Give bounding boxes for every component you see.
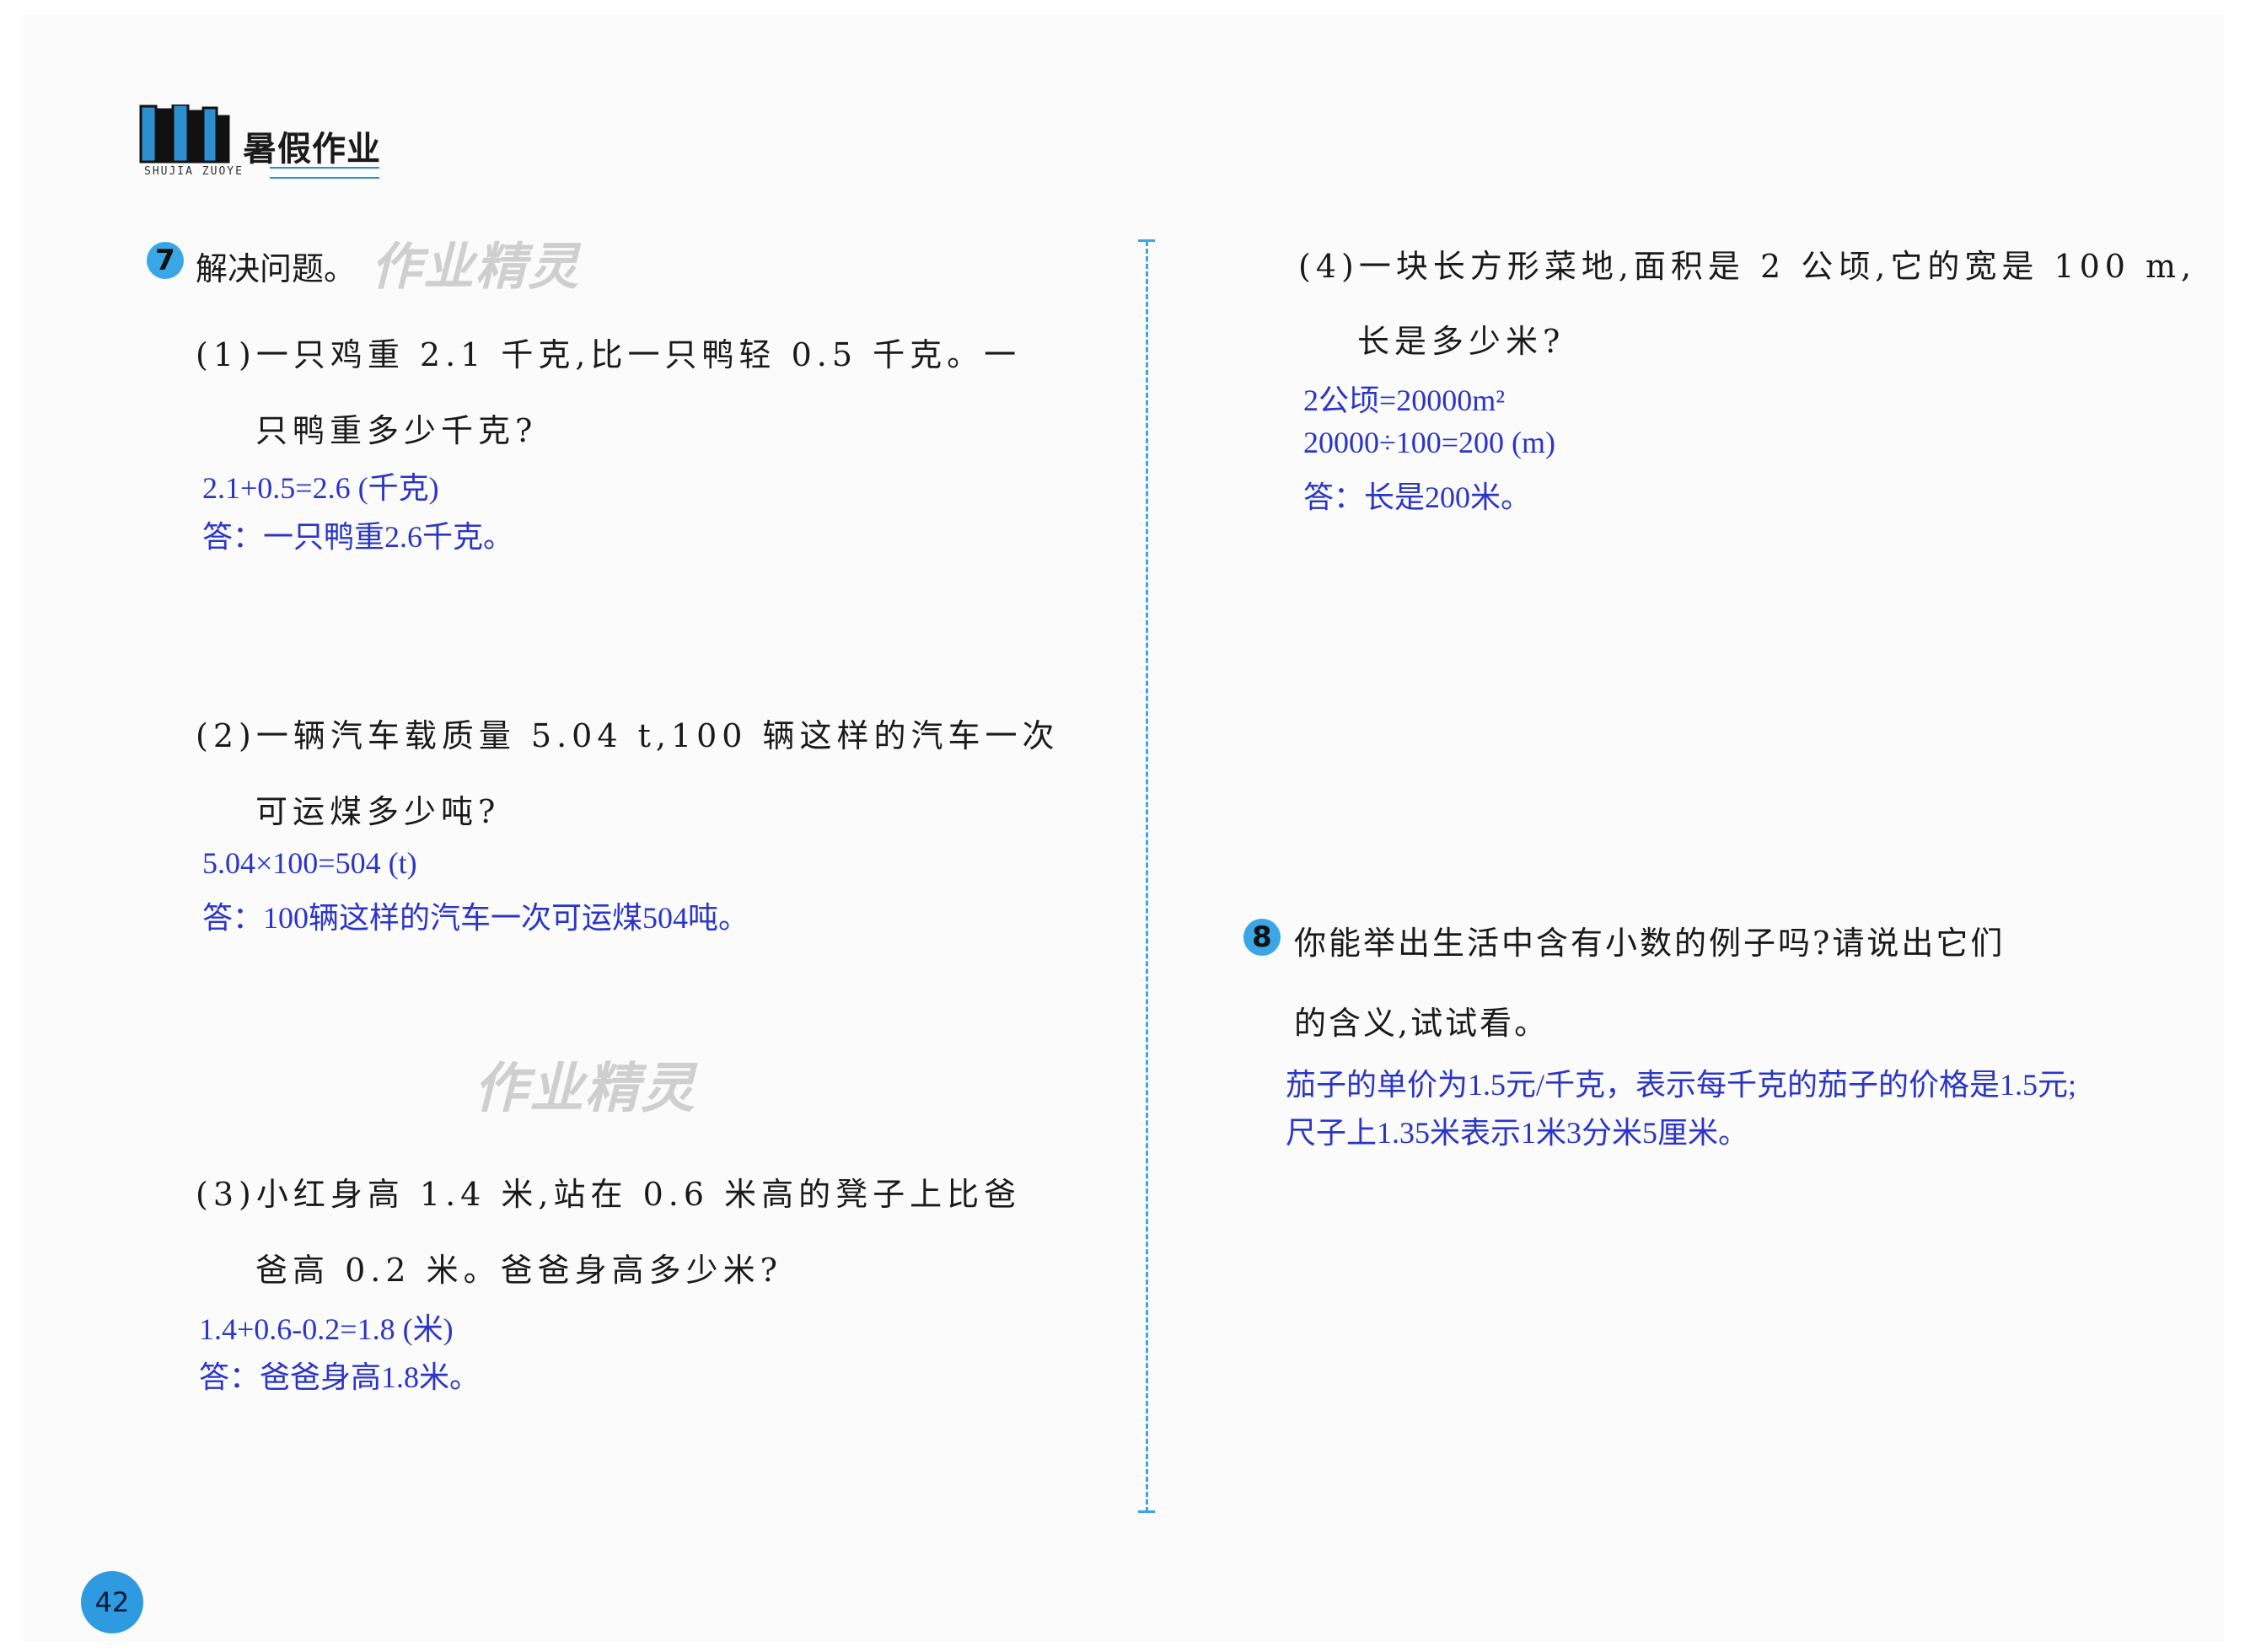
problem-4-line-2: 长是多少米? bbox=[1357, 323, 1566, 360]
problem-4-answer: 答：长是200米。 bbox=[1303, 480, 1532, 514]
question-8-answer-2: 尺子上1.35米表示1米3分米5厘米。 bbox=[1286, 1116, 1749, 1150]
problem-2-line-2: 可运煤多少吨? bbox=[255, 793, 501, 830]
problem-4-answer-conversion: 2公顷=20000m² bbox=[1303, 384, 1506, 417]
question-8-answer-1: 茄子的单价为1.5元/千克，表示每千克的茄子的价格是1.5元; bbox=[1286, 1068, 2077, 1102]
divider-bottom-cap bbox=[1138, 1510, 1155, 1513]
question-7-number: 7 bbox=[147, 242, 184, 279]
question-8-line-2: 的含义,试试看。 bbox=[1294, 1005, 1549, 1042]
problem-2-answer-calc: 5.04×100=504 (t) bbox=[202, 846, 417, 880]
problem-4-answer-calc: 20000÷100=200 (m) bbox=[1303, 426, 1556, 459]
problem-3-line-1: (3)小红身高 1.4 米,站在 0.6 米高的凳子上比爸 bbox=[196, 1176, 1022, 1213]
question-8-line-1: 你能举出生活中含有小数的例子吗?请说出它们 bbox=[1294, 925, 2006, 962]
problem-1-answer-calc: 2.1+0.5=2.6 (千克) bbox=[202, 471, 439, 505]
question-8-number: 8 bbox=[1243, 919, 1281, 956]
problem-1-answer: 答：一只鸭重2.6千克。 bbox=[202, 520, 514, 554]
problem-3-line-2: 爸高 0.2 米。爸爸身高多少米? bbox=[255, 1252, 782, 1289]
logo-underline bbox=[270, 167, 379, 179]
problem-2-line-1: (2)一辆汽车载质量 5.04 t,100 辆这样的汽车一次 bbox=[196, 717, 1060, 754]
problem-2-answer: 答：100辆这样的汽车一次可运煤504吨。 bbox=[202, 901, 749, 935]
problem-4-line-1: (4)一块长方形菜地,面积是 2 公顷,它的宽是 100 m, bbox=[1298, 248, 2197, 285]
page-divider bbox=[1146, 241, 1148, 1512]
watermark-top: 作业精灵 bbox=[371, 238, 580, 297]
books-icon bbox=[139, 105, 230, 164]
question-7-title: 解决问题。 bbox=[196, 250, 357, 287]
workbook-logo: 暑假作业 SHUJIA ZUOYE bbox=[139, 99, 392, 184]
problem-3-answer-calc: 1.4+0.6-0.2=1.8 (米) bbox=[199, 1312, 454, 1346]
workbook-subtitle: SHUJIA ZUOYE bbox=[144, 165, 244, 178]
problem-1-line-1: (1)一只鸡重 2.1 千克,比一只鸭轻 0.5 千克。一 bbox=[196, 336, 1022, 373]
problem-1-line-2: 只鸭重多少千克? bbox=[255, 412, 538, 449]
problem-3-answer: 答：爸爸身高1.8米。 bbox=[199, 1360, 481, 1394]
workbook-title: 暑假作业 bbox=[243, 130, 381, 169]
page-number: 42 bbox=[81, 1571, 143, 1633]
watermark-middle: 作业精灵 bbox=[474, 1058, 696, 1120]
